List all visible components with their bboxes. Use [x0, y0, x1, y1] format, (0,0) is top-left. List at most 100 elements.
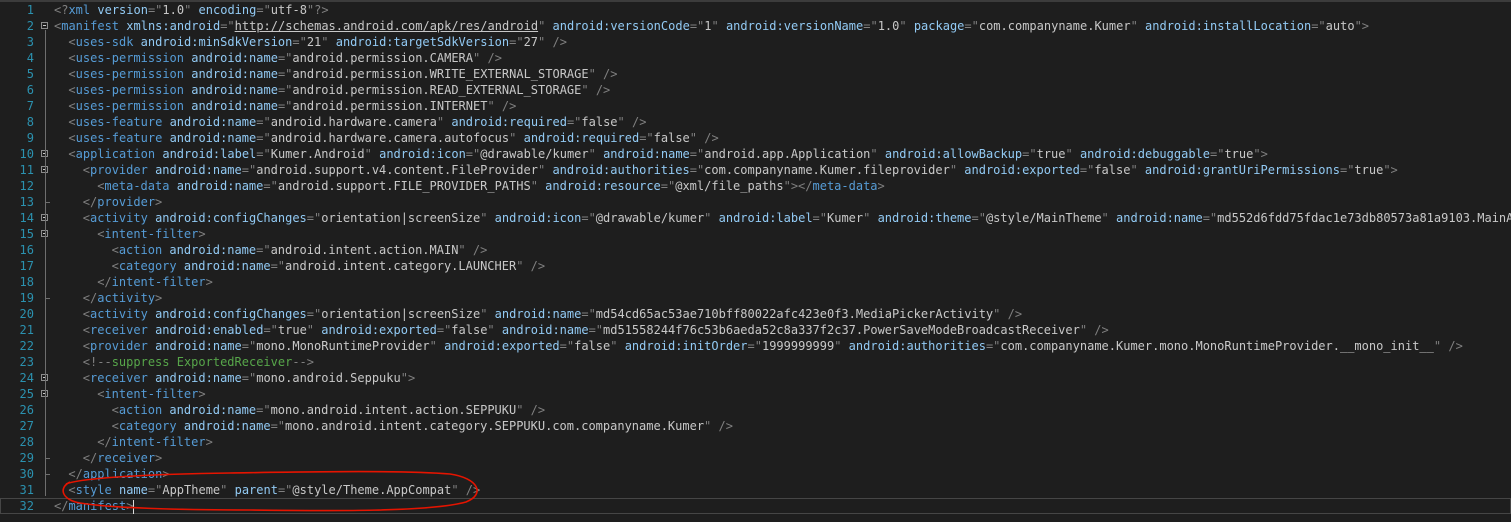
token-pun: "	[863, 211, 878, 225]
token-attr: android:name	[169, 243, 257, 257]
code-text[interactable]: <style name="AppTheme" parent="@style/Th…	[68, 482, 480, 498]
code-text[interactable]: <uses-permission android:name="android.p…	[68, 82, 610, 98]
code-text[interactable]: <uses-permission android:name="android.p…	[68, 66, 617, 82]
code-editor[interactable]: 1 <?xml version="1.0" encoding="utf-8"?> 2…	[0, 0, 1511, 522]
code-text[interactable]: <manifest xmlns:android="http://schemas.…	[54, 18, 1369, 34]
code-line[interactable]: 26 <action android:name="mono.android.int…	[0, 402, 1511, 418]
token-pun: ="	[270, 419, 286, 433]
token-pun	[162, 115, 169, 129]
code-line[interactable]: 21 <receiver android:enabled="true" andro…	[0, 322, 1511, 338]
code-line[interactable]: 31 <style name="AppTheme" parent="@style/…	[0, 482, 1511, 498]
code-text[interactable]: <uses-permission android:name="android.p…	[68, 50, 502, 66]
token-pun: >	[155, 291, 163, 305]
code-text[interactable]: </intent-filter>	[97, 274, 213, 290]
code-line[interactable]: 13 </provider>	[0, 194, 1511, 210]
code-line[interactable]: 3 <uses-sdk android:minSdkVersion="21" an…	[0, 34, 1511, 50]
code-line[interactable]: 20 <activity android:configChanges="orien…	[0, 306, 1511, 322]
token-pun: "	[711, 19, 726, 33]
code-text[interactable]: <?xml version="1.0" encoding="utf-8"?>	[54, 2, 329, 18]
code-line[interactable]: 6 <uses-permission android:name="android.…	[0, 82, 1511, 98]
token-pun: "	[220, 483, 235, 497]
code-line[interactable]: 27 <category android:name="mono.android.i…	[0, 418, 1511, 434]
code-line[interactable]: 24 <receiver android:name="mono.android.S…	[0, 370, 1511, 386]
code-line[interactable]: 11 <provider android:name="android.suppor…	[0, 162, 1511, 178]
code-line[interactable]: 17 <category android:name="android.intent…	[0, 258, 1511, 274]
code-text[interactable]: <activity android:configChanges="orienta…	[83, 210, 1511, 226]
token-pun: " />	[689, 131, 719, 145]
code-text[interactable]: <uses-feature android:name="android.hard…	[68, 130, 718, 146]
code-text[interactable]: <intent-filter>	[97, 226, 205, 242]
code-text[interactable]: <action android:name="mono.android.inten…	[112, 402, 546, 418]
code-line[interactable]: 10 <application android:label="Kumer.Andr…	[0, 146, 1511, 162]
line-number: 21	[19, 323, 34, 337]
code-line[interactable]: 22 <provider android:name="mono.MonoRunti…	[0, 338, 1511, 354]
code-text[interactable]: <provider android:name="android.support.…	[83, 162, 1398, 178]
code-text[interactable]: </activity>	[83, 290, 162, 306]
token-attr: android:versionCode	[552, 19, 690, 33]
code-line[interactable]: 8 <uses-feature android:name="android.har…	[0, 114, 1511, 130]
code-line[interactable]: 29 </receiver>	[0, 450, 1511, 466]
code-line[interactable]: 23 <!--suppress ExportedReceiver-->	[0, 354, 1511, 370]
token-tag: receiver	[97, 451, 156, 465]
code-text[interactable]: <!--suppress ExportedReceiver-->	[83, 354, 314, 370]
line-number: 32	[19, 499, 34, 513]
line-number: 28	[19, 435, 34, 449]
code-text[interactable]: <receiver android:name="mono.android.Sep…	[83, 370, 415, 386]
code-text[interactable]: <category android:name="mono.android.int…	[112, 418, 733, 434]
code-text[interactable]: <category android:name="android.intent.c…	[112, 258, 546, 274]
code-line[interactable]: 18 </intent-filter>	[0, 274, 1511, 290]
code-line[interactable]: 25 <intent-filter>	[0, 386, 1511, 402]
code-line[interactable]: 9 <uses-feature android:name="android.har…	[0, 130, 1511, 146]
code-line[interactable]: 16 <action android:name="android.intent.a…	[0, 242, 1511, 258]
token-attr: android:debuggable	[1079, 147, 1210, 161]
line-number: 31	[19, 483, 34, 497]
token-val: auto	[1325, 19, 1355, 33]
token-pun: <	[68, 131, 76, 145]
token-val: @style/Theme.AppCompat	[292, 483, 452, 497]
code-text[interactable]: <uses-feature android:name="android.hard…	[68, 114, 646, 130]
code-line[interactable]: 1 <?xml version="1.0" encoding="utf-8"?>	[0, 2, 1511, 18]
token-attr: android:name	[169, 115, 257, 129]
code-text[interactable]: </provider>	[83, 194, 162, 210]
token-attr: android:installLocation	[1145, 19, 1312, 33]
code-line[interactable]: 2 <manifest xmlns:android="http://schemas…	[0, 18, 1511, 34]
code-line[interactable]: 28 </intent-filter>	[0, 434, 1511, 450]
code-text[interactable]: <meta-data android:name="android.support…	[97, 178, 885, 194]
code-text[interactable]: <action android:name="android.intent.act…	[112, 242, 488, 258]
code-line[interactable]: 14 <activity android:configChanges="orien…	[0, 210, 1511, 226]
code-text[interactable]: </application>	[68, 466, 169, 482]
token-pun: ="	[1339, 163, 1355, 177]
code-text[interactable]: <application android:label="Kumer.Androi…	[68, 146, 1267, 162]
token-val: AppTheme	[162, 483, 221, 497]
code-text[interactable]: <receiver android:enabled="true" android…	[83, 322, 1109, 338]
code-line[interactable]: 19 </activity>	[0, 290, 1511, 306]
code-line[interactable]: 15 <intent-filter>	[0, 226, 1511, 242]
code-line[interactable]: 32 </manifest>	[0, 498, 1511, 514]
code-text[interactable]: <uses-sdk android:minSdkVersion="21" and…	[68, 34, 567, 50]
code-text[interactable]: <uses-permission android:name="android.p…	[68, 98, 516, 114]
line-number: 25	[19, 387, 34, 401]
token-attr: android:authorities	[848, 339, 986, 353]
code-text[interactable]: </manifest>	[54, 498, 135, 514]
fold-guide-end	[45, 202, 50, 203]
token-pun: <	[82, 211, 91, 225]
code-text[interactable]: <intent-filter>	[97, 386, 205, 402]
code-text[interactable]: </receiver>	[83, 450, 162, 466]
token-tag: uses-permission	[75, 83, 184, 97]
collapse-icon[interactable]	[41, 22, 48, 29]
code-text[interactable]: </intent-filter>	[97, 434, 213, 450]
line-number: 22	[19, 339, 34, 353]
token-val: true	[277, 323, 307, 337]
code-line[interactable]: 30 </application>	[0, 466, 1511, 482]
code-line[interactable]: 4 <uses-permission android:name="android.…	[0, 50, 1511, 66]
token-val: mono.android.Seppuku	[256, 371, 401, 385]
token-attr: android:icon	[494, 211, 582, 225]
token-val: android.app.Application	[704, 147, 871, 161]
token-val: android.support.FILE_PROVIDER_PATHS	[277, 179, 531, 193]
code-line[interactable]: 7 <uses-permission android:name="android.…	[0, 98, 1511, 114]
code-text[interactable]: <provider android:name="mono.MonoRuntime…	[83, 338, 1463, 354]
code-line[interactable]: 5 <uses-permission android:name="android.…	[0, 66, 1511, 82]
token-attr: android:name	[169, 131, 257, 145]
code-text[interactable]: <activity android:configChanges="orienta…	[83, 306, 1022, 322]
code-line[interactable]: 12 <meta-data android:name="android.suppo…	[0, 178, 1511, 194]
